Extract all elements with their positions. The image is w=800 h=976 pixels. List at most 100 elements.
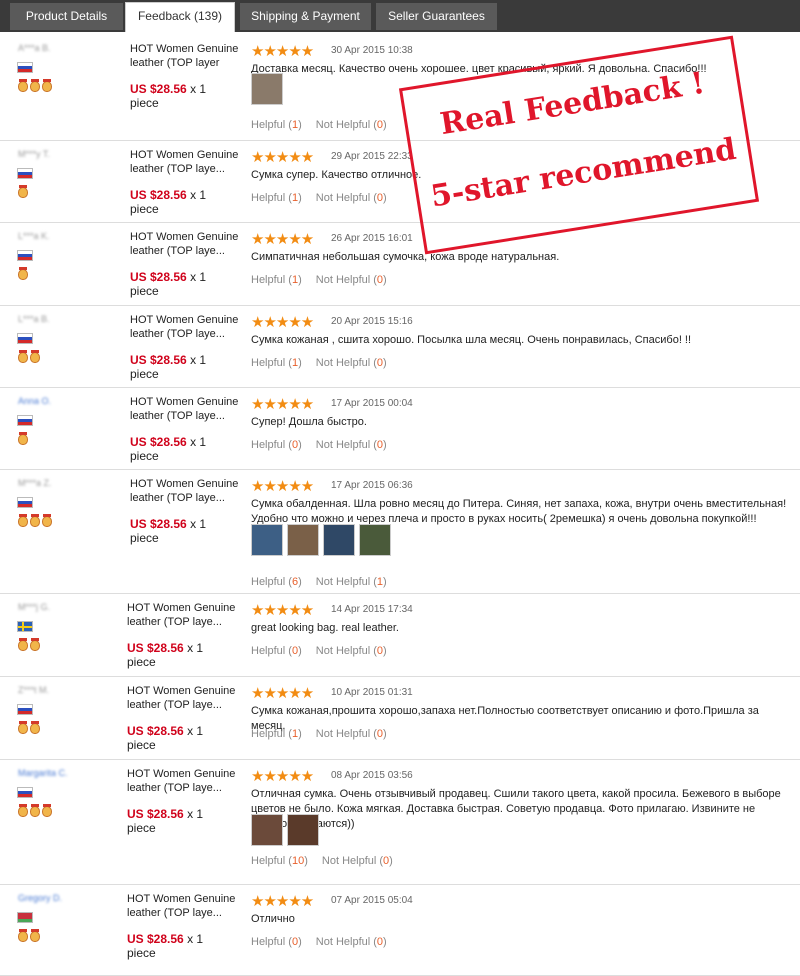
helpful-button[interactable]: Helpful (1) xyxy=(251,728,302,740)
not-helpful-button[interactable]: Not Helpful (0) xyxy=(316,119,387,131)
not-helpful-button[interactable]: Not Helpful (0) xyxy=(316,439,387,451)
reviewer-name[interactable]: Anna O. xyxy=(18,396,51,406)
tab-product-details[interactable]: Product Details xyxy=(10,3,123,30)
review-row: L***a B. HOT Women Genuine leather (TOP l… xyxy=(0,306,800,388)
buyer-level-medals xyxy=(18,432,30,448)
helpful-votes: Helpful (1) Not Helpful (0) xyxy=(251,357,387,369)
review-row: L***a K. HOT Women Genuine leather (TOP l… xyxy=(0,223,800,306)
price-amount: US $28.56 xyxy=(130,188,187,202)
not-helpful-button[interactable]: Not Helpful (0) xyxy=(316,728,387,740)
rating-stars: ★★★★★ xyxy=(251,602,314,619)
price-amount: US $28.56 xyxy=(130,517,187,531)
buyer-level-medals xyxy=(18,350,42,366)
review-text: Отличная сумка. Очень отзывчивый продаве… xyxy=(251,788,781,830)
not-helpful-button[interactable]: Not Helpful (0) xyxy=(316,936,387,948)
reviewer-name[interactable]: M***a Z. xyxy=(18,478,52,488)
tab-bar: Product Details Feedback (139) Shipping … xyxy=(0,0,800,32)
helpful-button[interactable]: Helpful (1) xyxy=(251,192,302,204)
country-flag-icon xyxy=(17,62,33,73)
review-photo-thumb[interactable] xyxy=(287,814,319,846)
helpful-button[interactable]: Helpful (1) xyxy=(251,357,302,369)
helpful-button[interactable]: Helpful (1) xyxy=(251,119,302,131)
helpful-votes: Helpful (0) Not Helpful (0) xyxy=(251,645,387,657)
not-helpful-button[interactable]: Not Helpful (0) xyxy=(316,645,387,657)
review-date: 17 Apr 2015 06:36 xyxy=(331,480,413,491)
order-price: US $28.56 x 1 piece xyxy=(127,807,237,835)
helpful-votes: Helpful (0) Not Helpful (0) xyxy=(251,936,387,948)
rating-stars: ★★★★★ xyxy=(251,314,314,331)
helpful-button[interactable]: Helpful (0) xyxy=(251,645,302,657)
review-photo-thumb[interactable] xyxy=(359,524,391,556)
order-price: US $28.56 x 1 piece xyxy=(127,932,237,960)
rating-stars: ★★★★★ xyxy=(251,685,314,702)
medal-icon xyxy=(30,514,40,527)
review-date: 26 Apr 2015 16:01 xyxy=(331,233,413,244)
price-amount: US $28.56 xyxy=(130,270,187,284)
reviewer-name[interactable]: A***a B. xyxy=(18,43,51,53)
reviewer-name[interactable]: M***j G. xyxy=(18,602,50,612)
reviewer-name[interactable]: Margarita C. xyxy=(18,768,68,778)
product-name-link[interactable]: HOT Women Genuine leather (TOP laye... xyxy=(130,313,240,341)
quantity: x 1 xyxy=(190,270,207,284)
tab-seller-guarantees[interactable]: Seller Guarantees xyxy=(376,3,497,30)
product-name-link[interactable]: HOT Women Genuine leather (TOP laye... xyxy=(127,684,237,712)
order-price: US $28.56 x 1 piece xyxy=(130,188,240,216)
medal-icon xyxy=(30,929,40,942)
helpful-votes: Helpful (1) Not Helpful (0) xyxy=(251,119,387,131)
product-name-link[interactable]: HOT Women Genuine leather (TOP laye... xyxy=(130,148,240,176)
helpful-label: Helpful ( xyxy=(251,936,292,948)
quantity: x 1 xyxy=(187,641,204,655)
not-helpful-button[interactable]: Not Helpful (0) xyxy=(322,855,393,867)
product-name-link[interactable]: HOT Women Genuine leather (TOP layer xyxy=(130,42,240,70)
medal-icon xyxy=(42,79,52,92)
review-photo-thumb[interactable] xyxy=(251,524,283,556)
helpful-button[interactable]: Helpful (10) xyxy=(251,855,308,867)
review-photo-thumb[interactable] xyxy=(323,524,355,556)
review-photo-thumb[interactable] xyxy=(251,814,283,846)
review-text: great looking bag. real leather. xyxy=(251,622,399,634)
not-helpful-button[interactable]: Not Helpful (0) xyxy=(316,192,387,204)
tab-feedback[interactable]: Feedback (139) xyxy=(125,2,235,32)
review-photo-thumb[interactable] xyxy=(251,73,283,105)
helpful-button[interactable]: Helpful (1) xyxy=(251,274,302,286)
review-row: Z***t M. HOT Women Genuine leather (TOP l… xyxy=(0,677,800,760)
reviewer-name[interactable]: L***a K. xyxy=(18,231,50,241)
product-name-link[interactable]: HOT Women Genuine leather (TOP laye... xyxy=(130,477,240,505)
review-text: Супер! Дошла быстро. xyxy=(251,416,367,428)
helpful-button[interactable]: Helpful (0) xyxy=(251,936,302,948)
not-helpful-label: Not Helpful ( xyxy=(315,192,377,204)
product-name-link[interactable]: HOT Women Genuine leather (TOP laye... xyxy=(127,767,237,795)
helpful-votes: Helpful (1) Not Helpful (0) xyxy=(251,274,387,286)
review-date: 17 Apr 2015 00:04 xyxy=(331,398,413,409)
tab-shipping-payment[interactable]: Shipping & Payment xyxy=(240,3,371,30)
quantity: x 1 xyxy=(190,435,207,449)
not-helpful-button[interactable]: Not Helpful (1) xyxy=(316,576,387,588)
price-amount: US $28.56 xyxy=(127,807,184,821)
helpful-button[interactable]: Helpful (6) xyxy=(251,576,302,588)
rating-stars: ★★★★★ xyxy=(251,43,314,60)
product-name-link[interactable]: HOT Women Genuine leather (TOP laye... xyxy=(127,601,237,629)
quantity: x 1 xyxy=(187,932,204,946)
product-name-link[interactable]: HOT Women Genuine leather (TOP laye... xyxy=(130,395,240,423)
not-helpful-button[interactable]: Not Helpful (0) xyxy=(316,357,387,369)
product-name-link[interactable]: HOT Women Genuine leather (TOP laye... xyxy=(130,230,240,258)
reviewer-name[interactable]: L***a B. xyxy=(18,314,50,324)
medal-icon xyxy=(30,721,40,734)
reviewer-name[interactable]: Gregory D. xyxy=(18,893,62,903)
reviewer-name[interactable]: Z***t M. xyxy=(18,685,49,695)
helpful-close: ) xyxy=(298,439,302,451)
helpful-close: ) xyxy=(298,274,302,286)
product-name-link[interactable]: HOT Women Genuine leather (TOP laye... xyxy=(127,892,237,920)
review-photo-thumb[interactable] xyxy=(287,524,319,556)
not-helpful-close: ) xyxy=(383,936,387,948)
medal-icon xyxy=(18,638,28,651)
reviewer-name[interactable]: M***y T. xyxy=(18,149,50,159)
rating-stars: ★★★★★ xyxy=(251,478,314,495)
not-helpful-button[interactable]: Not Helpful (0) xyxy=(316,274,387,286)
country-flag-icon xyxy=(17,787,33,798)
order-price: US $28.56 x 1 piece xyxy=(130,435,240,463)
review-text: Сумка обалденная. Шла ровно месяц до Пит… xyxy=(251,498,787,525)
helpful-button[interactable]: Helpful (0) xyxy=(251,439,302,451)
review-date: 29 Apr 2015 22:33 xyxy=(331,151,413,162)
unit: piece xyxy=(130,284,159,298)
